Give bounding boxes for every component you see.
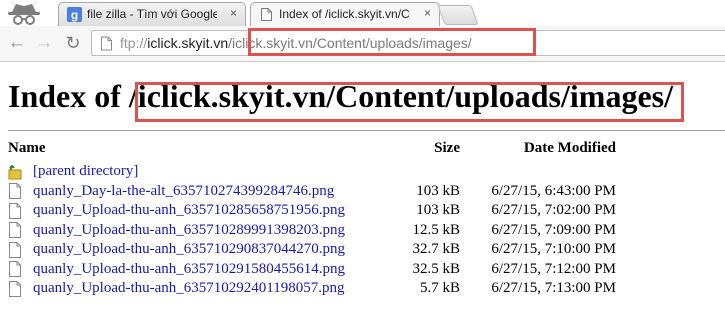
file-size: 32.5 kB — [412, 260, 460, 277]
file-size: 103 kB — [416, 202, 460, 219]
file-link[interactable]: quanly_Upload-thu-anh_635710291580455614… — [33, 261, 345, 278]
svg-text:g: g — [71, 8, 78, 22]
tab-title: file zilla - Tìm với Google — [87, 7, 217, 21]
table-row: quanly_Upload-thu-anh_635710292401198057… — [8, 279, 616, 299]
file-icon — [9, 222, 21, 239]
incognito-icon — [8, 4, 40, 25]
file-link[interactable]: quanly_Upload-thu-anh_635710285658751956… — [33, 202, 345, 219]
file-size: 5.7 kB — [419, 280, 460, 297]
close-tab-icon[interactable]: × — [424, 6, 431, 20]
back-button[interactable]: ← — [6, 32, 28, 54]
url-host: iclick.skyit.vn — [147, 35, 229, 51]
file-date: 6/27/15, 7:10:00 PM — [491, 241, 616, 258]
tab-strip: g file zilla - Tìm với Google × Index of… — [0, 0, 725, 27]
column-header-size[interactable]: Size — [388, 140, 460, 162]
file-date: 6/27/15, 7:09:00 PM — [491, 221, 616, 238]
file-size: 103 kB — [416, 182, 460, 199]
parent-folder-icon — [8, 164, 22, 180]
tab-google-search[interactable]: g file zilla - Tìm với Google × — [58, 2, 246, 26]
file-link[interactable]: quanly_Upload-thu-anh_635710292401198057… — [33, 280, 345, 297]
file-icon — [9, 202, 21, 219]
divider — [8, 130, 725, 131]
page-icon — [101, 36, 112, 51]
heading-highlight-box — [135, 82, 684, 122]
file-date: 6/27/15, 7:02:00 PM — [491, 202, 616, 219]
file-size: 12.5 kB — [412, 221, 460, 238]
close-tab-icon[interactable]: × — [230, 6, 237, 20]
file-link[interactable]: quanly_Day-la-the-alt_635710274399284746… — [33, 183, 334, 200]
file-size: 32.7 kB — [412, 241, 460, 258]
reload-button[interactable]: ↻ — [62, 32, 84, 54]
google-g-icon: g — [67, 7, 82, 22]
table-row: quanly_Day-la-the-alt_635710274399284746… — [8, 182, 616, 202]
file-date: 6/27/15, 6:43:00 PM — [491, 182, 616, 199]
tab-index-of[interactable]: Index of /iclick.skyit.vn/Co × — [250, 2, 440, 27]
file-listing-table: Name Size Date Modified [parent director… — [8, 140, 616, 299]
table-row: quanly_Upload-thu-anh_635710290837044270… — [8, 240, 616, 260]
file-link[interactable]: quanly_Upload-thu-anh_635710290837044270… — [33, 241, 345, 258]
url-highlight-box — [248, 28, 536, 56]
parent-directory-row: [parent directory] — [8, 162, 616, 182]
file-date: 6/27/15, 7:12:00 PM — [491, 260, 616, 277]
column-header-date[interactable]: Date Modified — [460, 140, 616, 162]
file-icon — [9, 280, 21, 297]
page-icon — [261, 8, 272, 21]
url-scheme: ftp:// — [120, 35, 148, 51]
tab-title: Index of /iclick.skyit.vn/Co — [279, 7, 409, 21]
file-link[interactable]: quanly_Upload-thu-anh_635710289991398203… — [33, 222, 345, 239]
table-row: quanly_Upload-thu-anh_635710289991398203… — [8, 221, 616, 241]
column-header-name[interactable]: Name — [8, 140, 388, 162]
table-row: quanly_Upload-thu-anh_635710291580455614… — [8, 260, 616, 280]
file-icon — [9, 241, 21, 258]
new-tab-button[interactable] — [437, 5, 479, 25]
table-row: quanly_Upload-thu-anh_635710285658751956… — [8, 201, 616, 221]
forward-button[interactable]: → — [33, 32, 55, 54]
file-icon — [9, 183, 21, 200]
file-icon — [9, 261, 21, 278]
parent-directory-link[interactable]: [parent directory] — [33, 163, 138, 180]
table-header-row: Name Size Date Modified — [8, 140, 616, 162]
file-date: 6/27/15, 7:13:00 PM — [491, 280, 616, 297]
